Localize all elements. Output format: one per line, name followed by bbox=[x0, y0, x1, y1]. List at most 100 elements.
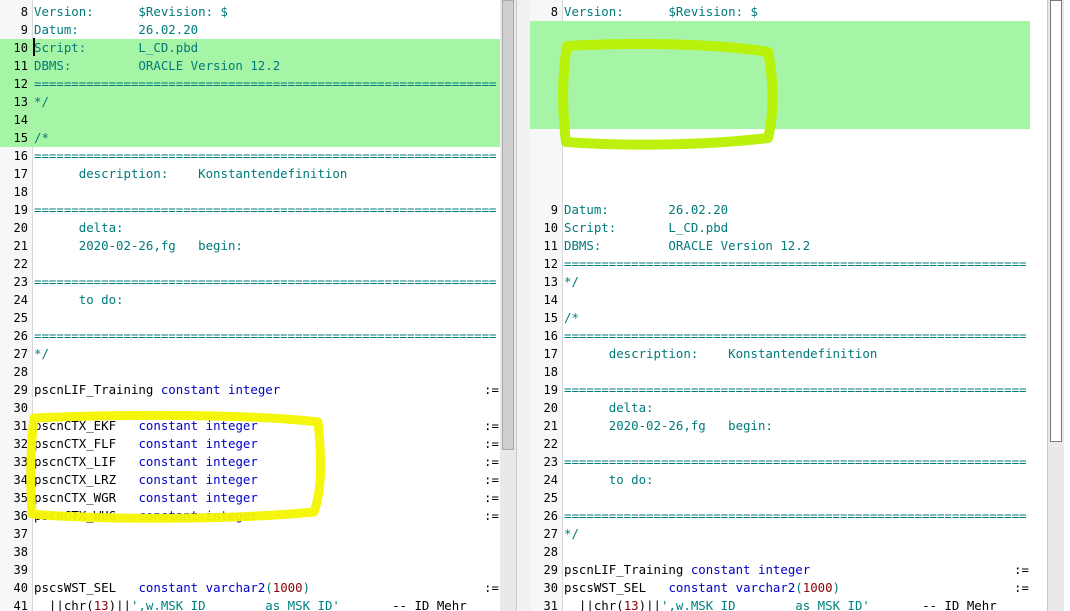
left-code-line[interactable]: 38 bbox=[0, 543, 500, 561]
left-code-line[interactable]: 10 Script: L_CD.pbd bbox=[0, 39, 500, 57]
right-code-line[interactable]: 28 bbox=[530, 543, 1030, 561]
left-line-text: ||chr(13)||',w.MSK_ID as MSK_ID' -- ID M… bbox=[34, 598, 467, 611]
right-line-number: 20 bbox=[543, 401, 558, 415]
right-code-line[interactable]: 31 ||chr(13)||',w.MSK_ID as MSK_ID' -- I… bbox=[530, 597, 1030, 611]
right-code-line[interactable] bbox=[530, 183, 1030, 201]
right-code-line[interactable] bbox=[530, 57, 1030, 75]
left-scrollbar[interactable] bbox=[500, 0, 516, 611]
left-code-line[interactable]: 36 pscnCTX_WUG constant integer:= bbox=[0, 507, 500, 525]
right-code-line[interactable]: 26 ======================================… bbox=[530, 507, 1030, 525]
right-code-line[interactable]: 22 bbox=[530, 435, 1030, 453]
right-line-number bbox=[530, 183, 558, 201]
right-code-line[interactable]: 15 /* bbox=[530, 309, 1030, 327]
left-code-line[interactable]: 25 bbox=[0, 309, 500, 327]
right-code-line[interactable] bbox=[530, 75, 1030, 93]
left-code-line[interactable]: 11 DBMS: ORACLE Version 12.2 bbox=[0, 57, 500, 75]
left-code-line[interactable]: 18 bbox=[0, 183, 500, 201]
left-code-line[interactable]: 15 /* bbox=[0, 129, 500, 147]
left-code-line[interactable]: 23 ======================================… bbox=[0, 273, 500, 291]
left-code-line[interactable]: 9 Datum: 26.02.20 bbox=[0, 21, 500, 39]
right-code-line[interactable] bbox=[530, 93, 1030, 111]
right-code-line[interactable] bbox=[530, 129, 1030, 147]
right-line-text bbox=[564, 489, 1030, 507]
left-code-line[interactable]: 40 pscsWST_SEL constant varchar2(1000):= bbox=[0, 579, 500, 597]
right-code-line[interactable]: 16 ======================================… bbox=[530, 327, 1030, 345]
right-line-number: 16 bbox=[543, 329, 558, 343]
right-code-line[interactable]: 11 DBMS: ORACLE Version 12.2 bbox=[530, 237, 1030, 255]
right-code-line[interactable]: 27 */ bbox=[530, 525, 1030, 543]
right-line-number bbox=[530, 93, 558, 111]
left-code-line[interactable]: 24 to do: bbox=[0, 291, 500, 309]
left-code-line[interactable]: 31 pscnCTX_EKF constant integer:= bbox=[0, 417, 500, 435]
left-code-line[interactable]: 12 ======================================… bbox=[0, 75, 500, 93]
right-code-line[interactable]: 24 to do: bbox=[530, 471, 1030, 489]
right-code-line[interactable]: 20 delta: bbox=[530, 399, 1030, 417]
right-code-line[interactable]: 30 pscsWST_SEL constant varchar2(1000):= bbox=[530, 579, 1030, 597]
right-code-line[interactable] bbox=[530, 165, 1030, 183]
right-code-line[interactable]: 14 bbox=[530, 291, 1030, 309]
right-code-line[interactable]: 21 2020-02-26,fg begin: bbox=[530, 417, 1030, 435]
left-code-line[interactable]: 21 2020-02-26,fg begin: bbox=[0, 237, 500, 255]
left-code-line[interactable]: 37 bbox=[0, 525, 500, 543]
right-line-number bbox=[530, 147, 558, 165]
left-scrollbar-thumb[interactable] bbox=[502, 0, 514, 450]
left-code-line[interactable]: 22 bbox=[0, 255, 500, 273]
right-scrollbar-thumb[interactable] bbox=[1050, 0, 1062, 442]
right-code-line[interactable] bbox=[530, 147, 1030, 165]
right-line-text: pscnLIF_Training constant integer bbox=[564, 562, 811, 577]
left-line-number: 36 bbox=[13, 509, 28, 523]
right-code-line[interactable]: 13 */ bbox=[530, 273, 1030, 291]
left-code-line[interactable]: 17 description: Konstantendefinition bbox=[0, 165, 500, 183]
right-code-line[interactable] bbox=[530, 21, 1030, 39]
left-code-line[interactable]: 29 pscnLIF_Training constant integer:= bbox=[0, 381, 500, 399]
left-code-line[interactable]: 19 ======================================… bbox=[0, 201, 500, 219]
right-line-number: 15 bbox=[543, 311, 558, 325]
right-line-number: 25 bbox=[543, 491, 558, 505]
right-pane-margin bbox=[1030, 0, 1047, 611]
right-line-number: 12 bbox=[543, 257, 558, 271]
left-code-line[interactable]: 41 ||chr(13)||',w.MSK_ID as MSK_ID' -- I… bbox=[0, 597, 500, 611]
left-code-line[interactable]: 39 bbox=[0, 561, 500, 579]
right-code-line[interactable]: 12 ======================================… bbox=[530, 255, 1030, 273]
left-code-line[interactable]: 28 bbox=[0, 363, 500, 381]
left-line-number: 32 bbox=[13, 437, 28, 451]
left-code-line[interactable]: 27 */ bbox=[0, 345, 500, 363]
left-code-line[interactable]: 34 pscnCTX_LRZ constant integer:= bbox=[0, 471, 500, 489]
left-line-text: Version: $Revision: $ bbox=[34, 4, 228, 19]
left-code-line[interactable]: 8 Version: $Revision: $ bbox=[0, 3, 500, 21]
right-code-line[interactable]: 18 bbox=[530, 363, 1030, 381]
right-code-line[interactable]: 25 bbox=[530, 489, 1030, 507]
right-line-number bbox=[530, 129, 558, 147]
left-code-line[interactable]: 26 ======================================… bbox=[0, 327, 500, 345]
left-code-line[interactable]: 35 pscnCTX_WGR constant integer:= bbox=[0, 489, 500, 507]
left-line-text bbox=[34, 525, 500, 543]
left-code-line[interactable]: 33 pscnCTX_LIF constant integer:= bbox=[0, 453, 500, 471]
right-line-number: 23 bbox=[543, 455, 558, 469]
right-code-line[interactable] bbox=[530, 39, 1030, 57]
left-code-line[interactable]: 20 delta: bbox=[0, 219, 500, 237]
right-line-text bbox=[564, 111, 1030, 129]
left-line-text: delta: bbox=[34, 220, 124, 235]
left-code-line[interactable]: 14 bbox=[0, 111, 500, 129]
left-editor-pane[interactable]: 8 Version: $Revision: $ 9 Datum: 26.02.20 10… bbox=[0, 0, 500, 611]
left-line-number: 40 bbox=[13, 581, 28, 595]
right-line-text: Datum: 26.02.20 bbox=[564, 202, 729, 217]
right-code-line[interactable]: 8 Version: $Revision: $ bbox=[530, 3, 1030, 21]
right-code-line[interactable]: 17 description: Konstantendefinition bbox=[530, 345, 1030, 363]
left-code-line[interactable]: 32 pscnCTX_FLF constant integer:= bbox=[0, 435, 500, 453]
left-line-text: pscnCTX_FLF constant integer bbox=[34, 436, 258, 451]
right-code-line[interactable]: 9 Datum: 26.02.20 bbox=[530, 201, 1030, 219]
right-editor-pane[interactable]: 8 Version: $Revision: $ 9 Datum: 26.02.20 10… bbox=[530, 0, 1030, 611]
left-code-line[interactable]: 30 bbox=[0, 399, 500, 417]
right-code-line[interactable]: 29 pscnLIF_Training constant integer:= bbox=[530, 561, 1030, 579]
right-scrollbar[interactable] bbox=[1047, 0, 1064, 611]
left-code-line[interactable]: 13 */ bbox=[0, 93, 500, 111]
right-code-line[interactable] bbox=[530, 111, 1030, 129]
right-code-line[interactable]: 23 ======================================… bbox=[530, 453, 1030, 471]
right-code-line[interactable]: 10 Script: L_CD.pbd bbox=[530, 219, 1030, 237]
left-code-line[interactable]: 16 ======================================… bbox=[0, 147, 500, 165]
left-line-number: 37 bbox=[13, 527, 28, 541]
right-code-line[interactable]: 19 ======================================… bbox=[530, 381, 1030, 399]
right-line-number: 24 bbox=[543, 473, 558, 487]
left-line-text: 2020-02-26,fg begin: bbox=[34, 238, 243, 253]
